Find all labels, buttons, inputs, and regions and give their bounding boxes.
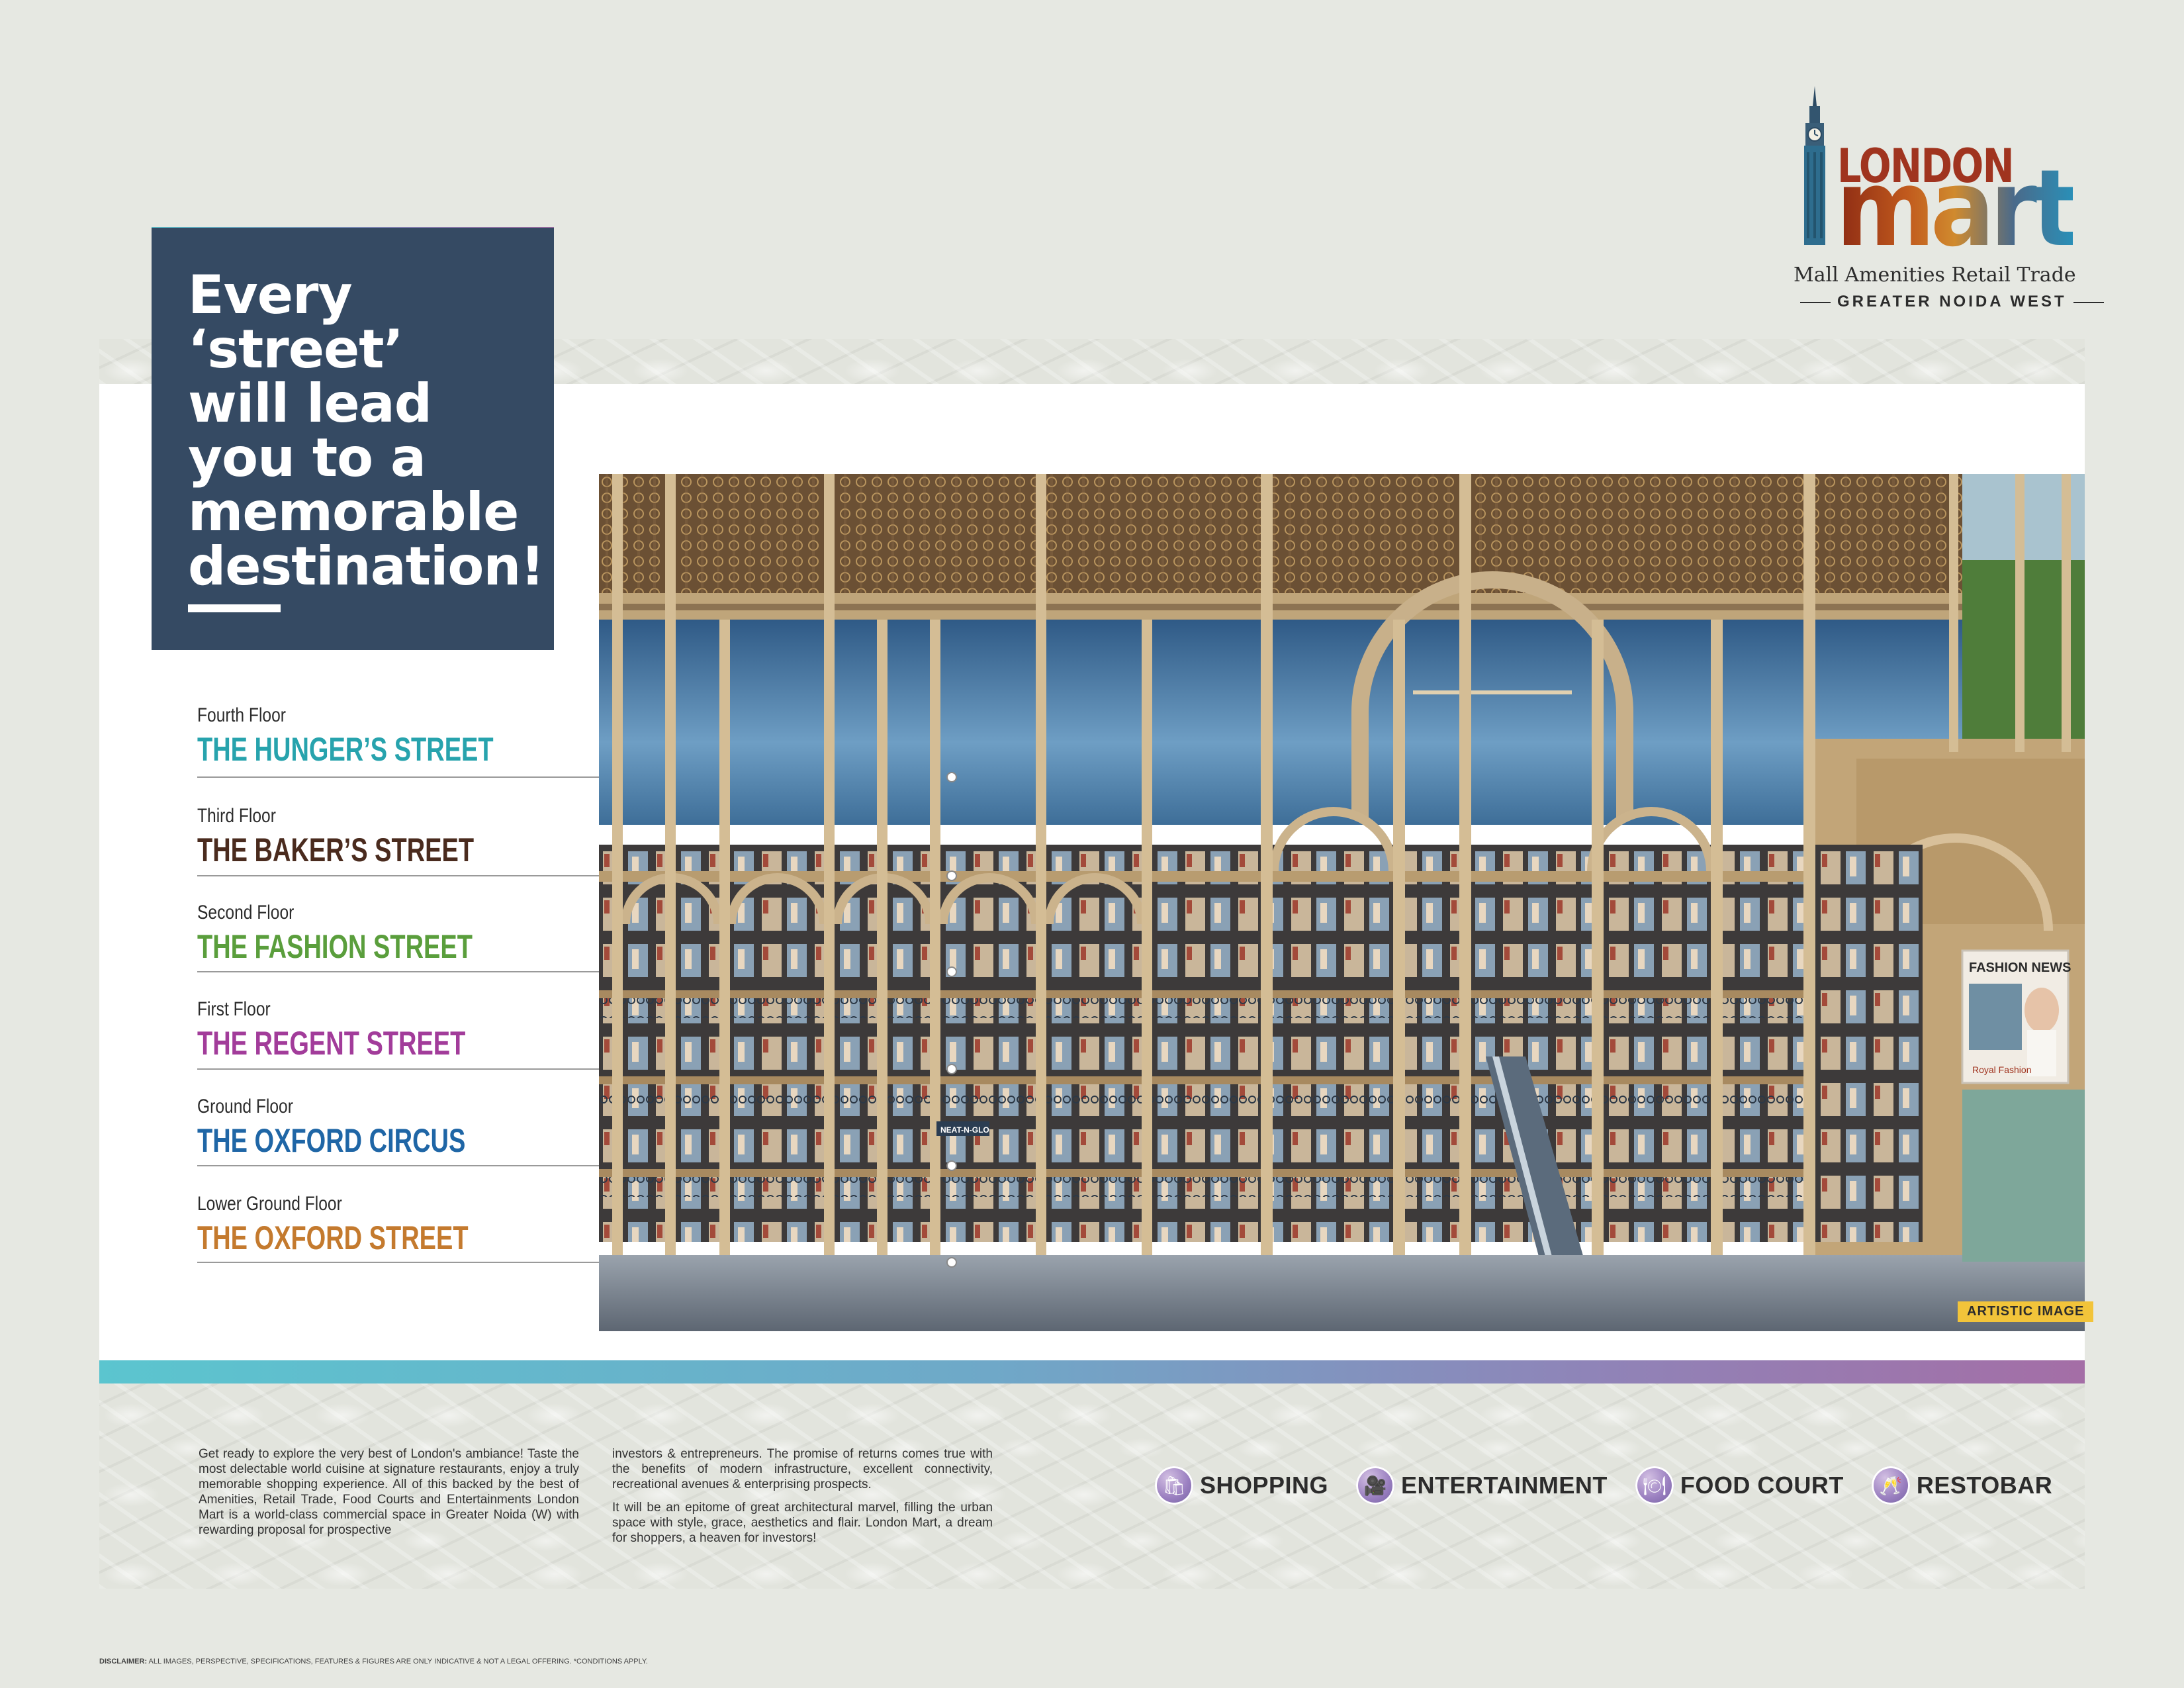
amenity-restobar: 🥂 RESTOBAR bbox=[1871, 1466, 2053, 1505]
floor-marker-dot bbox=[946, 1160, 957, 1171]
disclaimer-text: ALL IMAGES, PERSPECTIVE, SPECIFICATIONS,… bbox=[147, 1658, 648, 1665]
body-paragraph: It will be an epitome of great architect… bbox=[612, 1501, 993, 1545]
billboard-royal-fashion: Royal Fashion bbox=[1972, 1064, 2032, 1075]
amenities-list: 🛍 SHOPPING 🎥 ENTERTAINMENT 🍽 FOOD COURT … bbox=[1155, 1466, 2080, 1505]
shopping-bag-icon: 🛍 bbox=[1155, 1466, 1193, 1505]
disclaimer-label: DISCLAIMER: bbox=[99, 1658, 148, 1665]
headline-underline bbox=[188, 604, 281, 612]
cheers-glasses-icon: 🥂 bbox=[1871, 1466, 1910, 1505]
logo-tagline: Mall Amenities Retail Trade bbox=[1794, 263, 2076, 287]
billboard-fashion-news: FASHION NEWS bbox=[1969, 961, 2071, 975]
floor-marker-dot bbox=[946, 772, 957, 782]
body-text-column-1: Get ready to explore the very best of Lo… bbox=[199, 1447, 579, 1537]
amenity-label: FOOD COURT bbox=[1680, 1472, 1844, 1499]
page-headline: Every ‘street’ will lead you to a memora… bbox=[188, 264, 545, 597]
film-camera-icon: 🎥 bbox=[1356, 1466, 1395, 1505]
logo-location: GREATER NOIDA WEST bbox=[1794, 293, 2091, 311]
amenity-entertainment: 🎥 ENTERTAINMENT bbox=[1356, 1466, 1608, 1505]
disclaimer: DISCLAIMER: ALL IMAGES, PERSPECTIVE, SPE… bbox=[99, 1658, 648, 1665]
floor-marker-dot bbox=[946, 1257, 957, 1268]
body-paragraph: investors & entrepreneurs. The promise o… bbox=[612, 1447, 993, 1491]
store-sign: NEAT-N-GLO bbox=[940, 1125, 989, 1135]
logo-wordmark-mart: mart bbox=[1836, 146, 2077, 270]
body-text-column-2: investors & entrepreneurs. The promise o… bbox=[612, 1446, 993, 1554]
amenity-label: ENTERTAINMENT bbox=[1401, 1472, 1608, 1499]
floor-marker-dot bbox=[946, 1064, 957, 1074]
floor-marker-dot bbox=[946, 966, 957, 977]
amenity-shopping: 🛍 SHOPPING bbox=[1155, 1466, 1328, 1505]
artistic-image-badge: ARTISTIC IMAGE bbox=[1958, 1301, 2094, 1322]
london-mart-logo: LONDON mart Mall Amenities Retail Trade … bbox=[1794, 86, 2091, 318]
amenity-label: RESTOBAR bbox=[1916, 1472, 2053, 1499]
floor-marker-dot bbox=[946, 870, 957, 881]
mall-interior-illustration: FASHION NEWS Royal Fashion NEAT-N-GLO bbox=[599, 474, 2085, 1331]
amenity-food-court: 🍽 FOOD COURT bbox=[1635, 1466, 1844, 1505]
mall-interior-artistic-image: FASHION NEWS Royal Fashion NEAT-N-GLO bbox=[599, 474, 2085, 1331]
amenity-label: SHOPPING bbox=[1200, 1472, 1329, 1499]
big-ben-tower-icon bbox=[1804, 86, 1825, 245]
cloche-icon: 🍽 bbox=[1635, 1466, 1674, 1505]
gradient-divider-bar bbox=[99, 1360, 2085, 1384]
